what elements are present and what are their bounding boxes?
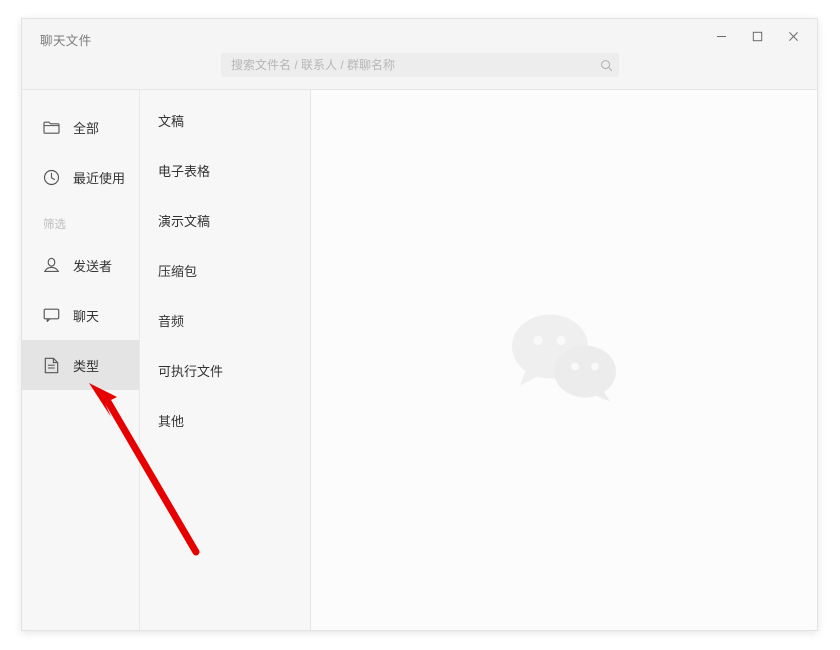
close-button[interactable] [775, 23, 811, 49]
minimize-button[interactable] [703, 23, 739, 49]
sidebar-item-type[interactable]: 类型 [22, 340, 139, 390]
folder-icon [43, 119, 60, 136]
wechat-logo-watermark [506, 309, 622, 412]
person-icon [43, 257, 60, 274]
file-list-panel [311, 90, 817, 630]
document-icon [43, 357, 60, 374]
type-item-audio[interactable]: 音频 [140, 295, 310, 345]
search-box[interactable] [221, 53, 619, 77]
file-type-list: 文稿 电子表格 演示文稿 压缩包 音频 可执行文件 其他 [140, 90, 311, 630]
type-item-presentation[interactable]: 演示文稿 [140, 195, 310, 245]
maximize-button[interactable] [739, 23, 775, 49]
title-bar: 聊天文件 [22, 19, 817, 90]
type-item-archive[interactable]: 压缩包 [140, 245, 310, 295]
type-item-spreadsheet[interactable]: 电子表格 [140, 145, 310, 195]
sidebar-item-sender[interactable]: 发送者 [22, 240, 139, 290]
type-item-document[interactable]: 文稿 [140, 95, 310, 145]
sidebar-section-filter: 筛选 [43, 219, 66, 231]
app-root: 聊天文件 搜索文件名 / 联系人 / 群聊名称 全部 最近使用 筛选 发送者 聊… [0, 0, 840, 650]
search-input[interactable] [221, 58, 593, 72]
window-controls [703, 23, 811, 49]
type-item-other[interactable]: 其他 [140, 395, 310, 445]
sidebar-item-label: 最近使用 [73, 170, 126, 186]
sidebar-item-label: 全部 [73, 120, 100, 136]
sidebar: 全部 最近使用 筛选 发送者 聊天 类型 [22, 90, 140, 630]
chat-files-window: 聊天文件 搜索文件名 / 联系人 / 群聊名称 全部 最近使用 筛选 发送者 聊… [21, 18, 818, 631]
search-icon[interactable] [593, 59, 619, 72]
sidebar-item-label: 类型 [73, 358, 100, 374]
clock-icon [43, 169, 60, 186]
chat-bubble-icon [43, 307, 60, 324]
window-body: 全部 最近使用 筛选 发送者 聊天 类型 文稿 电子表格 演示文稿 压缩包 音频… [22, 90, 817, 630]
window-title: 聊天文件 [40, 34, 92, 48]
sidebar-item-all[interactable]: 全部 [22, 102, 139, 152]
sidebar-item-label: 聊天 [73, 308, 100, 324]
type-item-executable[interactable]: 可执行文件 [140, 345, 310, 395]
sidebar-item-chat[interactable]: 聊天 [22, 290, 139, 340]
sidebar-item-recent[interactable]: 最近使用 [22, 152, 139, 202]
sidebar-item-label: 发送者 [73, 258, 113, 274]
